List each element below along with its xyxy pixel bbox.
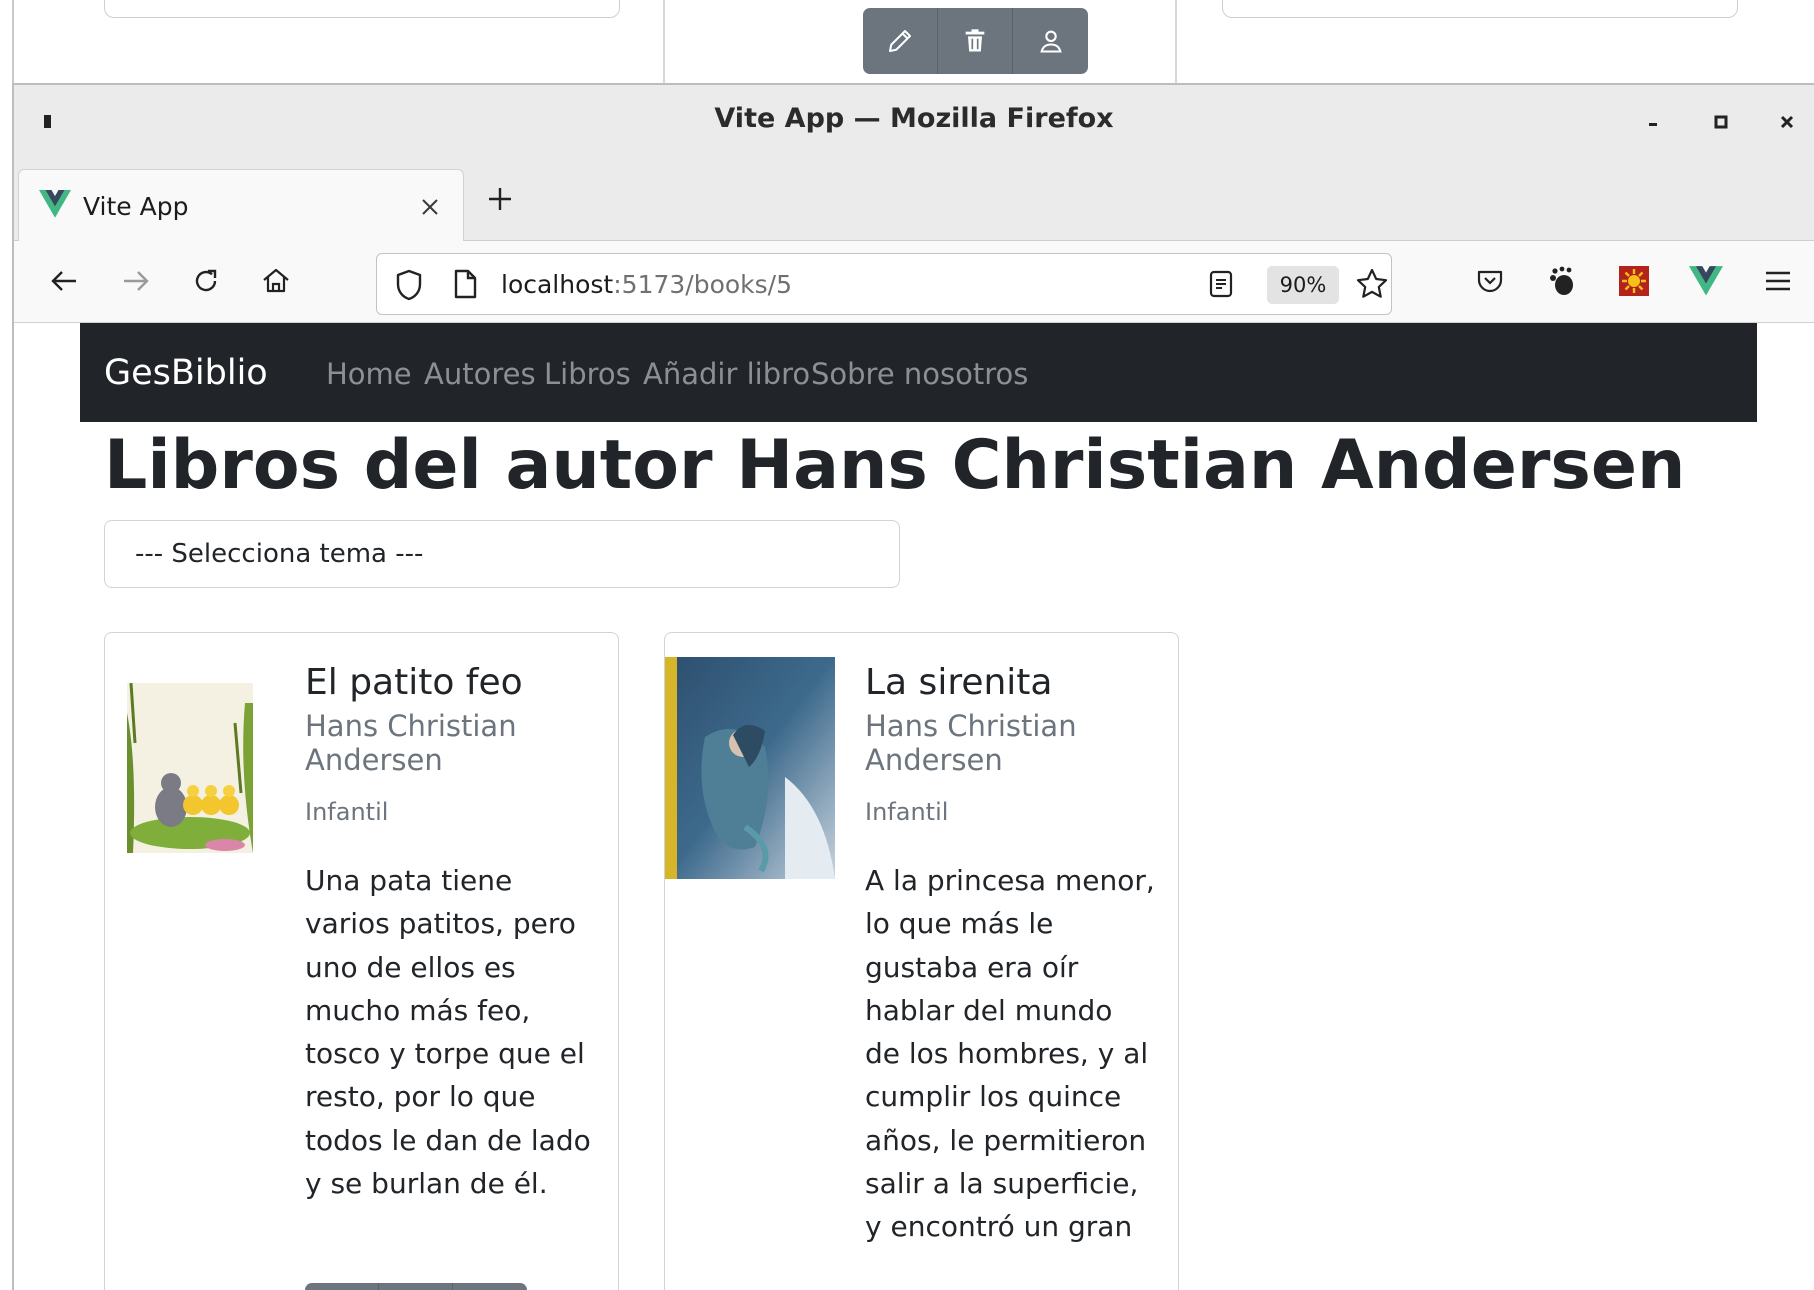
nav-link-home[interactable]: Home (326, 357, 412, 391)
menu-button[interactable] (1758, 261, 1798, 301)
book-card-body: El patito feo Hans Christian Andersen In… (305, 661, 595, 1205)
window-edge (12, 0, 14, 84)
edit-book-button[interactable] (305, 1283, 379, 1290)
forward-button[interactable] (116, 261, 156, 301)
tab-strip: Vite App (14, 159, 1814, 241)
book-title: El patito feo (305, 662, 523, 703)
url-host: localhost (501, 270, 614, 299)
theme-select-value: --- Selecciona tema --- (135, 539, 424, 569)
gnome-foot-icon (1546, 265, 1578, 297)
book-card: El patito feo Hans Christian Andersen In… (104, 632, 619, 1290)
maximize-button[interactable] (1704, 105, 1738, 139)
book-title: La sirenita (865, 662, 1053, 703)
url-bar[interactable]: localhost:5173/books/5 90% (376, 253, 1392, 315)
book-description: Una pata tiene varios patitos, pero uno … (305, 864, 591, 1201)
nav-link-libros[interactable]: Libros (544, 357, 631, 391)
nav-link-sobre-nosotros[interactable]: Sobre nosotros (811, 357, 1028, 391)
trash-icon (961, 26, 989, 56)
back-button[interactable] (44, 261, 84, 301)
arrow-left-icon (48, 265, 80, 297)
url-text[interactable]: localhost:5173/books/5 (501, 270, 792, 299)
nav-link-anadir-libro[interactable]: Añadir libro (643, 357, 810, 391)
card-fragment (104, 0, 620, 18)
book-cover (127, 683, 253, 853)
reader-view-icon[interactable] (1207, 269, 1235, 299)
page-title: Libros del autor Hans Christian Andersen (104, 426, 1686, 505)
sun-extension-icon (1618, 265, 1650, 297)
delete-button[interactable] (938, 8, 1013, 74)
tab-vite-app[interactable]: Vite App (18, 169, 464, 241)
firefox-window: Vite App — Mozilla Firefox Vite App loca… (12, 83, 1814, 1290)
book-card: La sirenita Hans Christian Andersen Infa… (664, 632, 1179, 1290)
edit-button[interactable] (863, 8, 938, 74)
theme-select[interactable]: --- Selecciona tema --- (104, 520, 900, 588)
close-window-button[interactable] (1770, 105, 1804, 139)
pocket-icon (1474, 265, 1506, 297)
book-description: A la princesa menor, lo que más le gusta… (865, 864, 1155, 1244)
browser-toolbar: localhost:5173/books/5 90% (14, 241, 1814, 323)
page-icon[interactable] (451, 268, 479, 300)
extension-sun-button[interactable] (1614, 261, 1654, 301)
plus-icon (486, 185, 514, 213)
page-content: GesBiblio Home Autores Libros Añadir lib… (14, 323, 1814, 1290)
vue-devtools-button[interactable] (1686, 261, 1726, 301)
book-card-body: La sirenita Hans Christian Andersen Infa… (865, 661, 1155, 1249)
vue-logo-icon (39, 190, 71, 218)
star-bookmark-icon[interactable] (1355, 267, 1389, 301)
title-bar: Vite App — Mozilla Firefox (14, 85, 1814, 159)
hamburger-menu-icon (1763, 267, 1793, 295)
tab-label: Vite App (83, 192, 189, 221)
book-action-group (305, 1283, 527, 1290)
book-cover (665, 657, 835, 879)
book-genre: Infantil (305, 798, 389, 826)
card-action-group (863, 8, 1088, 75)
url-path: :5173/books/5 (613, 270, 792, 299)
navbar-brand[interactable]: GesBiblio (104, 353, 268, 393)
zoom-level[interactable]: 90% (1267, 266, 1339, 304)
delete-book-button[interactable] (379, 1283, 453, 1290)
close-icon (1780, 115, 1794, 129)
shield-icon[interactable] (393, 268, 425, 302)
vue-devtools-icon (1689, 266, 1723, 296)
column-divider (1175, 0, 1177, 84)
extension-gnome-button[interactable] (1542, 261, 1582, 301)
background-window (0, 0, 1814, 84)
pocket-button[interactable] (1470, 261, 1510, 301)
app-navbar: GesBiblio Home Autores Libros Añadir lib… (80, 323, 1757, 422)
pencil-icon (885, 26, 915, 56)
minimize-icon (1646, 115, 1660, 129)
home-button[interactable] (256, 261, 296, 301)
author-button[interactable] (1013, 8, 1088, 74)
new-tab-button[interactable] (486, 185, 514, 213)
column-divider (663, 0, 665, 84)
window-title: Vite App — Mozilla Firefox (714, 103, 1114, 134)
book-author: Hans Christian Andersen (305, 709, 517, 777)
arrow-right-icon (120, 265, 152, 297)
person-icon (1037, 27, 1065, 55)
tab-close-icon[interactable] (419, 188, 441, 218)
maximize-icon (1714, 115, 1728, 129)
book-author: Hans Christian Andersen (865, 709, 1077, 777)
card-fragment (1222, 0, 1738, 18)
reload-icon (190, 265, 222, 297)
nav-link-autores[interactable]: Autores (424, 357, 536, 391)
view-author-button[interactable] (453, 1283, 527, 1290)
home-icon (260, 265, 292, 297)
book-genre: Infantil (865, 798, 949, 826)
minimize-button[interactable] (1636, 105, 1670, 139)
reload-button[interactable] (186, 261, 226, 301)
